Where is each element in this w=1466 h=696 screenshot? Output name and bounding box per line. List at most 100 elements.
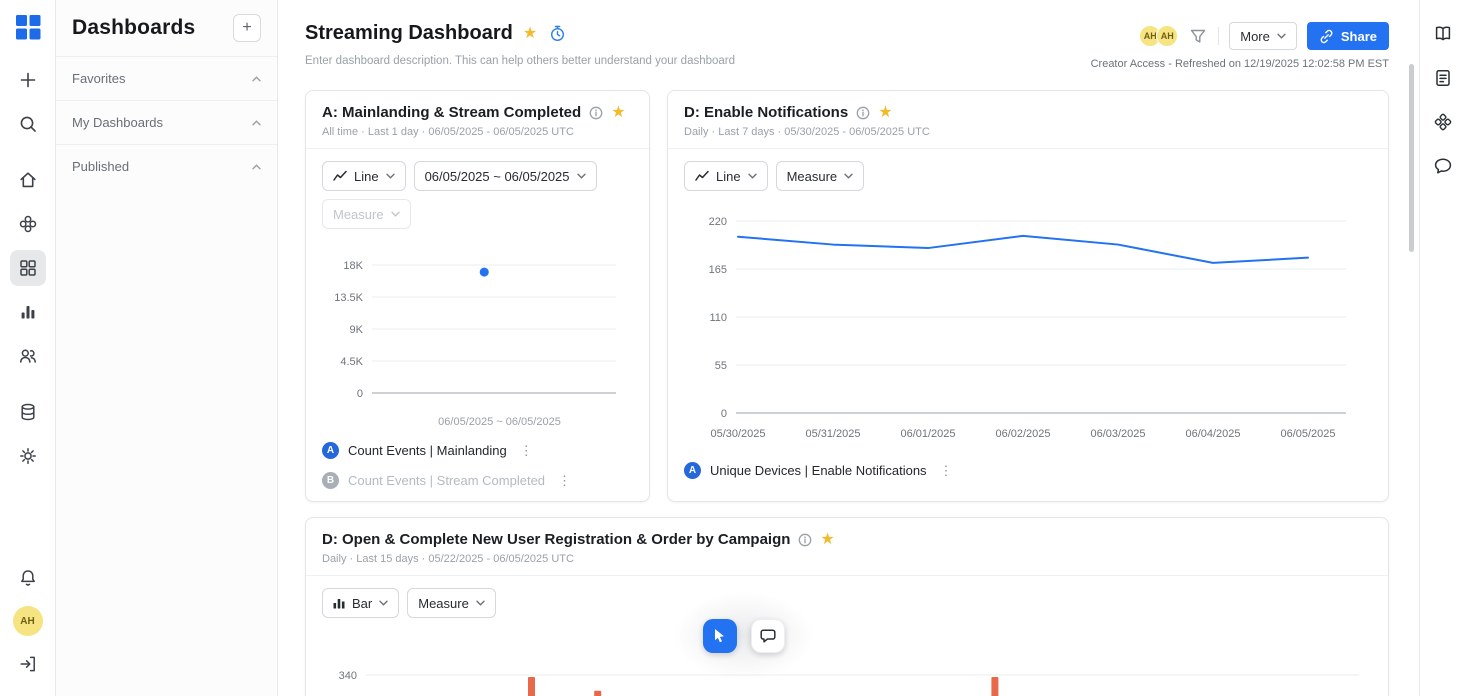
kebab-menu-icon[interactable]: ⋮ — [520, 443, 533, 459]
gear-icon — [19, 448, 36, 464]
sidebar-item-my-dashboards[interactable]: My Dashboards — [56, 100, 277, 144]
dashboard-description-input[interactable]: Enter dashboard description. This can he… — [305, 55, 735, 67]
notes-button[interactable] — [1425, 60, 1461, 96]
legend: A Count Events | Mainlanding ⋮ B Count E… — [306, 430, 649, 501]
favorite-star-icon[interactable]: ★ — [878, 104, 892, 121]
comments-button[interactable] — [1425, 148, 1461, 184]
sidebar: Dashboards + Favorites My Dashboards Pub… — [56, 0, 278, 696]
add-dashboard-button[interactable]: + — [233, 14, 261, 42]
link-icon — [1320, 29, 1333, 43]
legend: A Unique Devices | Enable Notifications … — [668, 456, 1388, 491]
stopwatch-icon[interactable] — [547, 23, 568, 44]
charts-button[interactable] — [10, 294, 46, 330]
sidebar-item-favorites[interactable]: Favorites — [56, 56, 277, 100]
chevron-down-icon — [747, 173, 757, 179]
svg-text:0: 0 — [721, 408, 727, 420]
chevron-up-icon — [252, 75, 261, 82]
chart-type-label: Bar — [352, 595, 373, 611]
measure-label: Measure — [786, 168, 838, 184]
chevron-down-icon — [390, 211, 400, 217]
date-range-select[interactable]: 06/05/2025 ~ 06/05/2025 — [413, 161, 597, 191]
kebab-menu-icon[interactable]: ⋮ — [558, 473, 571, 489]
series-badge: B — [322, 472, 339, 489]
notes-icon — [1436, 70, 1450, 86]
user-avatar[interactable]: AH — [12, 606, 43, 636]
chevron-down-icon — [476, 600, 485, 606]
home-button[interactable] — [10, 162, 46, 198]
discover-button[interactable] — [10, 206, 46, 242]
cursor-arrow-icon — [715, 629, 724, 643]
app-logo[interactable] — [13, 12, 43, 42]
share-button[interactable]: Share — [1306, 22, 1389, 50]
legend-item[interactable]: B Count Events | Stream Completed ⋮ — [322, 472, 633, 489]
app-root: AH Dashboards + Favorites My Dashboards … — [0, 0, 1466, 696]
measure-select[interactable]: Measure — [775, 161, 865, 191]
sign-out-button[interactable] — [10, 646, 46, 682]
pointer-mode-button[interactable] — [703, 619, 737, 653]
clover-icon — [19, 215, 36, 233]
more-button[interactable]: More — [1229, 22, 1297, 50]
users-icon — [19, 349, 36, 363]
audiences-button[interactable] — [10, 338, 46, 374]
info-icon[interactable] — [798, 533, 812, 547]
kebab-menu-icon[interactable]: ⋮ — [940, 463, 953, 479]
dashboards-button[interactable] — [9, 250, 46, 286]
x-axis-caption: 06/05/2025 ~ 06/05/2025 — [438, 416, 561, 428]
series-badge: A — [684, 462, 701, 479]
notifications-button[interactable] — [10, 560, 46, 596]
legend-label: Count Events | Mainlanding — [348, 443, 507, 458]
measure-select[interactable]: Measure — [407, 588, 496, 618]
legend-item[interactable]: A Count Events | Mainlanding ⋮ — [322, 442, 633, 459]
svg-text:55: 55 — [715, 360, 727, 372]
svg-text:06/04/2025: 06/04/2025 — [1185, 428, 1240, 440]
chart-type-select[interactable]: Line — [322, 161, 406, 191]
settings-button[interactable] — [10, 438, 46, 474]
chevron-down-icon — [844, 173, 853, 179]
comment-mode-button[interactable] — [751, 619, 785, 653]
filter-button[interactable] — [1188, 27, 1208, 46]
favorite-star-icon[interactable]: ★ — [820, 531, 834, 548]
svg-text:340: 340 — [339, 670, 357, 682]
main-scrollbar[interactable] — [1409, 64, 1414, 252]
search-button[interactable] — [10, 106, 46, 142]
more-label: More — [1240, 28, 1270, 44]
apps-button[interactable] — [1425, 104, 1461, 140]
info-icon[interactable] — [856, 106, 870, 120]
series-badge: A — [322, 442, 339, 459]
chart-type-select[interactable]: Bar — [322, 588, 400, 618]
data-button[interactable] — [10, 394, 46, 430]
mainlanding-chart: 18K 13.5K 9K 4.5K 0 — [322, 255, 633, 408]
legend-item[interactable]: A Unique Devices | Enable Notifications … — [684, 462, 1372, 479]
sidebar-item-label: Favorites — [72, 71, 126, 86]
info-icon[interactable] — [589, 106, 603, 120]
measure-label: Measure — [333, 206, 384, 222]
chevron-up-icon — [252, 119, 261, 126]
sidebar-item-label: Published — [72, 159, 130, 174]
chevron-up-icon — [252, 163, 261, 170]
dashboard-header-right: AH AH More Share Creator Access - Refres… — [1091, 22, 1389, 70]
card-controls: Line 06/05/2025 ~ 06/05/2025 Measure — [306, 149, 649, 229]
new-button[interactable] — [10, 62, 46, 98]
home-icon — [19, 172, 36, 188]
chart-type-label: Line — [716, 168, 741, 184]
chevron-down-icon — [1277, 33, 1286, 39]
right-rail — [1419, 0, 1466, 696]
card-controls: Bar Measure — [306, 576, 1388, 618]
svg-text:06/03/2025: 06/03/2025 — [1090, 428, 1145, 440]
library-button[interactable] — [1425, 16, 1461, 52]
favorite-star-icon[interactable]: ★ — [611, 104, 625, 121]
avatar[interactable]: AH — [1156, 25, 1179, 47]
favorite-star-icon[interactable]: ★ — [523, 25, 537, 42]
measure-select[interactable]: Measure — [322, 199, 411, 229]
svg-text:06/01/2025: 06/01/2025 — [900, 428, 955, 440]
sidebar-item-published[interactable]: Published — [56, 144, 277, 188]
legend-label: Unique Devices | Enable Notifications — [710, 463, 927, 478]
chart-type-select[interactable]: Line — [684, 161, 768, 191]
svg-text:220: 220 — [709, 216, 727, 228]
card-registration-by-campaign: D: Open & Complete New User Registration… — [305, 517, 1389, 696]
svg-text:165: 165 — [709, 264, 727, 276]
bar-chart-icon — [333, 599, 345, 609]
sidebar-item-label: My Dashboards — [72, 115, 164, 130]
date-range-label: 06/05/2025 ~ 06/05/2025 — [424, 168, 570, 184]
database-icon — [20, 403, 35, 421]
